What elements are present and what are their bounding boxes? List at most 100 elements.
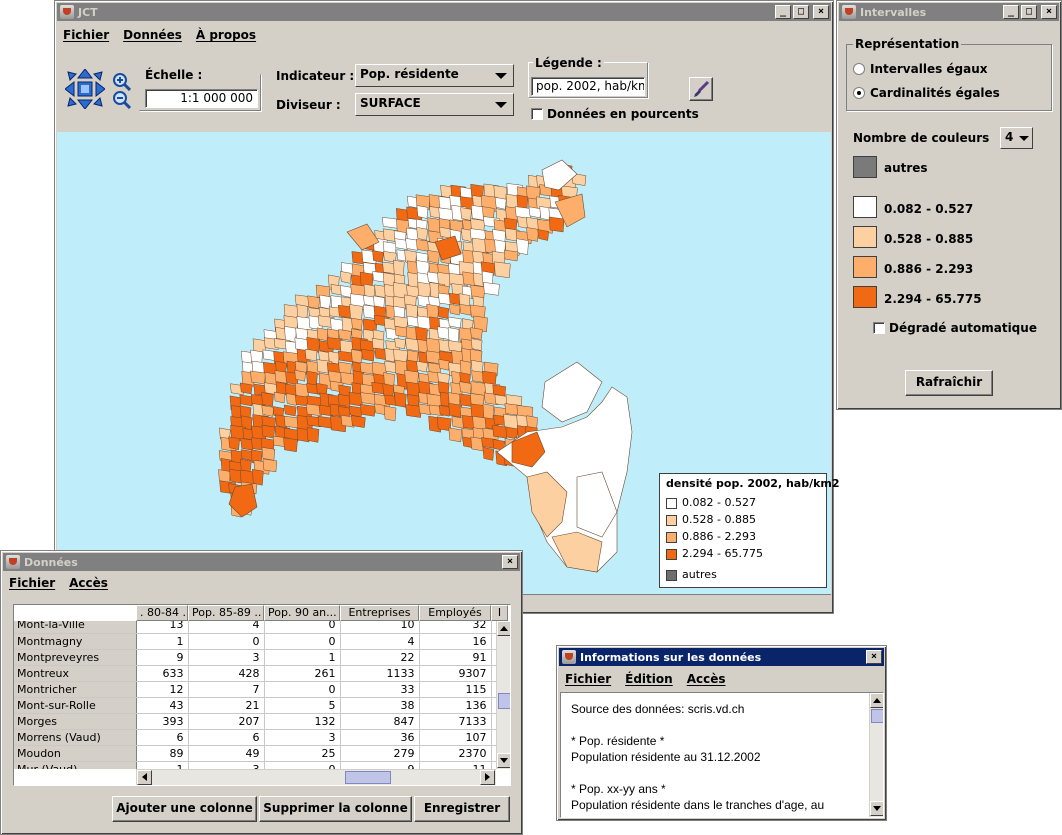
table-cell[interactable]: 33 [340,681,420,698]
table-cell[interactable]: 279 [340,745,420,762]
table-cell[interactable]: 115 [419,681,492,698]
table-cell[interactable]: 32 [419,621,492,634]
other-color-swatch[interactable] [853,156,877,178]
menu-acces[interactable]: Accès [69,576,108,590]
table-cell[interactable]: 10 [340,621,420,634]
hscroll-thumb[interactable] [345,771,391,784]
table-cell[interactable]: 9 [340,761,420,769]
refresh-button[interactable]: Rafraîchir [905,370,993,396]
minimize-button[interactable]: _ [775,5,791,19]
table-row[interactable]: Montmagny 1 0 0 4 16 [14,633,496,650]
column-header[interactable]: Entreprises [340,605,419,621]
table-cell[interactable]: 38 [340,697,420,714]
menu-fichier[interactable]: Fichier [63,28,109,42]
table-row[interactable]: Montreux 633 428 261 1133 9307 [14,665,496,682]
percent-checkbox[interactable] [531,108,543,120]
remove-column-button[interactable]: Supprimer la colonne [259,796,412,822]
table-cell[interactable]: 1 [136,761,189,769]
table-cell[interactable]: 136 [419,697,492,714]
table-cell[interactable]: 22 [340,649,420,666]
scroll-right-button[interactable] [480,770,495,785]
menu-donnees[interactable]: Données [123,28,182,42]
table-cell[interactable]: 132 [264,713,341,730]
scroll-up-button[interactable] [497,621,510,636]
menu-a-propos[interactable]: À propos [196,28,256,42]
menu-edition[interactable]: Édition [625,672,673,686]
menu-fichier[interactable]: Fichier [9,576,55,590]
radio-equal-cardinalities[interactable] [853,87,865,99]
table-cell[interactable]: 1 [136,633,189,650]
table-cell[interactable]: 0 [264,761,341,769]
table-cell[interactable]: 43 [136,697,189,714]
table-cell[interactable]: 1133 [340,665,420,682]
column-header[interactable]: I [491,605,508,621]
table-cell[interactable]: 2370 [419,745,492,762]
close-button[interactable]: × [1041,5,1057,19]
pan-arrows-icon[interactable] [64,68,106,110]
scroll-down-button[interactable] [870,801,883,816]
table-cell[interactable]: 3 [188,649,265,666]
table-cell[interactable]: 847 [340,713,420,730]
table-cell[interactable]: 7133 [419,713,492,730]
table-cell[interactable]: 0 [264,621,341,634]
table-cell[interactable]: 107 [419,729,492,746]
scroll-down-button[interactable] [497,753,510,768]
table-cell[interactable]: 1 [264,649,341,666]
table-cell[interactable]: 4 [188,621,265,634]
class-color-swatch[interactable] [853,286,877,308]
table-cell[interactable]: 428 [188,665,265,682]
table-cell[interactable]: 3 [264,729,341,746]
table-row[interactable]: Montpreveyres 9 3 1 22 91 [14,649,496,666]
table-cell[interactable]: 3 [188,761,265,769]
scale-input[interactable]: 1:1 000 000 [145,89,258,108]
class-color-swatch[interactable] [853,226,877,248]
table-cell[interactable]: 16 [419,633,492,650]
table-row[interactable]: Morrens (Vaud) 6 6 3 36 107 [14,729,496,746]
table-cell[interactable]: 89 [136,745,189,762]
vscroll-thumb[interactable] [871,709,883,723]
indicator-select[interactable]: Pop. résidente [355,64,514,87]
table-cell[interactable]: 393 [136,713,189,730]
table-cell[interactable]: 9307 [419,665,492,682]
table-cell[interactable]: 25 [264,745,341,762]
column-header[interactable]: . 80-84 .. [136,605,188,621]
zoom-out-icon[interactable] [113,91,132,110]
intervalles-titlebar[interactable]: Intervalles _ □ × [839,3,1059,21]
info-text-panel[interactable]: Source des données: scris.vd.ch * Pop. ré… [560,692,884,818]
table-row[interactable]: Morges 393 207 132 847 7133 [14,713,496,730]
add-column-button[interactable]: Ajouter une colonne [112,796,257,822]
info-titlebar[interactable]: Informations sur les données × [559,648,884,666]
table-row[interactable]: Mont-sur-Rolle 43 21 5 38 136 [14,697,496,714]
auto-gradient-checkbox[interactable] [873,322,885,334]
table-row[interactable]: Mur (Vaud) 1 3 0 9 11 [14,761,496,769]
table-cell[interactable]: 0 [264,633,341,650]
table-cell[interactable]: 11 [419,761,492,769]
color-count-select[interactable]: 4 [1000,127,1033,149]
info-vscroll[interactable] [869,693,883,817]
column-header[interactable]: Pop. 85-89 .. [188,605,264,621]
scroll-left-button[interactable] [137,770,152,785]
table-cell[interactable]: 13 [136,621,189,634]
table-cell[interactable]: 633 [136,665,189,682]
menu-fichier[interactable]: Fichier [565,672,611,686]
zoom-in-icon[interactable] [113,73,132,92]
maximize-button[interactable]: □ [793,5,809,19]
scroll-up-button[interactable] [870,693,883,708]
legend-input[interactable]: pop. 2002, hab/km2 [531,77,645,96]
table-cell[interactable]: 36 [340,729,420,746]
minimize-button[interactable]: _ [1003,5,1019,19]
column-header[interactable]: Pop. 90 an... [264,605,340,621]
table-cell[interactable]: 207 [188,713,265,730]
table-cell[interactable]: 49 [188,745,265,762]
divisor-select[interactable]: SURFACE [355,93,514,116]
class-color-swatch[interactable] [853,256,877,278]
table-vscroll[interactable] [496,621,510,769]
close-button[interactable]: × [866,650,882,664]
table-cell[interactable]: 4 [340,633,420,650]
jct-titlebar[interactable]: JCT _ □ × [57,3,831,21]
table-cell[interactable]: 5 [264,697,341,714]
table-cell[interactable]: 0 [188,633,265,650]
donnees-titlebar[interactable]: Données × [3,553,520,571]
class-color-swatch[interactable] [853,196,877,218]
table-cell[interactable]: 9 [136,649,189,666]
